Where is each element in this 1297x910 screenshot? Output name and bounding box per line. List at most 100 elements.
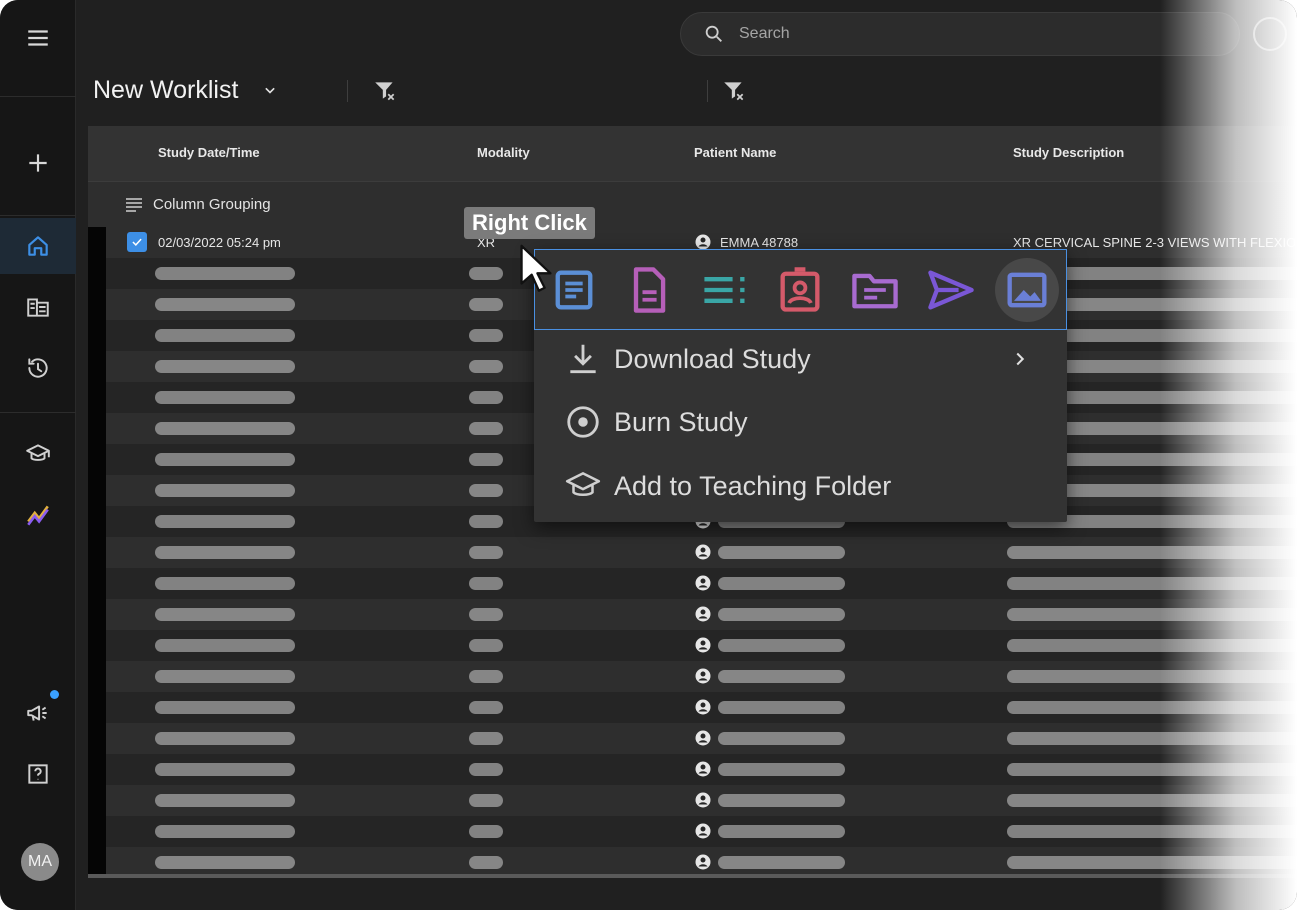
image-icon[interactable] <box>995 258 1059 322</box>
placeholder-cell <box>469 391 503 404</box>
worklist-icon[interactable] <box>0 279 76 335</box>
placeholder-cell <box>1007 701 1297 714</box>
clear-filter-icon[interactable] <box>721 78 747 104</box>
row-indicator-strip <box>88 227 106 878</box>
worklist-app: MA Search New Worklist Study Date/Time M… <box>0 0 1297 910</box>
placeholder-cell <box>155 763 295 776</box>
analytics-icon[interactable] <box>0 487 76 543</box>
folder-icon[interactable] <box>843 258 907 322</box>
placeholder-cell <box>469 701 503 714</box>
mouse-cursor-icon <box>520 244 552 292</box>
download-icon <box>570 344 596 374</box>
menu-item-label: Download Study <box>614 343 811 374</box>
menu-item-add-to-teaching-folder[interactable]: Add to Teaching Folder <box>534 456 1067 516</box>
grouping-icon <box>126 198 142 212</box>
horizontal-scrollbar[interactable] <box>88 874 1297 878</box>
right-click-tooltip: Right Click <box>464 207 595 239</box>
column-grouping-row[interactable]: Column Grouping <box>88 181 1297 227</box>
disc-icon <box>567 406 599 438</box>
cell-patient-name: EMMA 48788 <box>720 235 799 250</box>
home-icon[interactable] <box>0 218 76 274</box>
column-header-modality[interactable]: Modality <box>477 145 530 160</box>
table-row[interactable] <box>106 785 1297 816</box>
sidebar: MA <box>0 0 76 910</box>
help-icon[interactable] <box>0 746 76 802</box>
patient-icon <box>695 637 711 653</box>
menu-item-label: Burn Study <box>614 406 748 437</box>
teaching-cap-icon <box>565 472 601 496</box>
list-icon[interactable] <box>693 258 757 322</box>
placeholder-cell <box>1007 763 1297 776</box>
table-row[interactable] <box>106 599 1297 630</box>
patient-icon <box>695 575 711 591</box>
chevron-down-icon <box>265 87 276 94</box>
placeholder-cell <box>718 701 845 714</box>
worklist-selector[interactable]: New Worklist <box>93 72 280 108</box>
placeholder-cell <box>469 546 503 559</box>
profile-icon[interactable] <box>1253 17 1287 51</box>
patient-card-icon[interactable] <box>768 258 832 322</box>
placeholder-cell <box>469 639 503 652</box>
table-row[interactable] <box>106 723 1297 754</box>
placeholder-cell <box>469 794 503 807</box>
placeholder-cell <box>718 608 845 621</box>
patient-icon <box>695 234 711 250</box>
placeholder-cell <box>155 453 295 466</box>
search-icon <box>705 25 722 42</box>
add-icon[interactable] <box>0 135 76 191</box>
menu-item-burn-study[interactable]: Burn Study <box>534 392 1067 452</box>
row-checkbox[interactable] <box>127 232 147 252</box>
placeholder-cell <box>718 825 845 838</box>
placeholder-cell <box>155 267 295 280</box>
placeholder-cell <box>718 546 845 559</box>
placeholder-cell <box>1007 856 1297 869</box>
placeholder-cell <box>1007 794 1297 807</box>
table-row[interactable] <box>106 661 1297 692</box>
column-header-patient-name[interactable]: Patient Name <box>694 145 776 160</box>
placeholder-cell <box>155 856 295 869</box>
cell-study-description: XR CERVICAL SPINE 2-3 VIEWS WITH FLEXIO <box>1013 235 1297 250</box>
table-row[interactable] <box>106 816 1297 847</box>
placeholder-cell <box>469 267 503 280</box>
check-icon <box>132 238 142 247</box>
placeholder-cell <box>469 763 503 776</box>
column-header-study-description[interactable]: Study Description <box>1013 145 1124 160</box>
placeholder-cell <box>469 732 503 745</box>
chevron-right-icon <box>1016 352 1025 366</box>
avatar[interactable]: MA <box>21 843 59 881</box>
placeholder-cell <box>155 670 295 683</box>
placeholder-cell <box>469 825 503 838</box>
tooltip-label: Right Click <box>472 210 587 235</box>
document-icon[interactable] <box>617 258 681 322</box>
table-row[interactable] <box>106 754 1297 785</box>
patient-icon <box>695 792 711 808</box>
placeholder-cell <box>155 298 295 311</box>
table-row[interactable] <box>106 537 1297 568</box>
clear-filter-icon[interactable] <box>372 78 398 104</box>
menu-item-download-study[interactable]: Download Study <box>534 329 1067 389</box>
cell-study-date: 02/03/2022 05:24 pm <box>158 235 281 250</box>
placeholder-cell <box>469 329 503 342</box>
teaching-icon[interactable] <box>0 426 76 482</box>
placeholder-cell <box>469 360 503 373</box>
placeholder-cell <box>469 484 503 497</box>
announcements-icon[interactable] <box>0 685 76 741</box>
placeholder-cell <box>718 639 845 652</box>
placeholder-cell <box>155 329 295 342</box>
column-header-study-date[interactable]: Study Date/Time <box>158 145 260 160</box>
quick-action-bar <box>534 249 1067 330</box>
search-input[interactable]: Search <box>680 12 1240 56</box>
table-row[interactable] <box>106 630 1297 661</box>
placeholder-cell <box>155 639 295 652</box>
placeholder-cell <box>469 298 503 311</box>
sidebar-divider <box>0 215 76 216</box>
placeholder-cell <box>718 763 845 776</box>
history-icon[interactable] <box>0 340 76 396</box>
patient-icon <box>695 823 711 839</box>
table-row[interactable] <box>106 692 1297 723</box>
menu-icon[interactable] <box>0 10 76 66</box>
placeholder-cell <box>469 670 503 683</box>
send-icon[interactable] <box>919 258 983 322</box>
context-menu: Download Study Burn Study Add to Teachin… <box>534 249 1067 522</box>
table-row[interactable] <box>106 568 1297 599</box>
